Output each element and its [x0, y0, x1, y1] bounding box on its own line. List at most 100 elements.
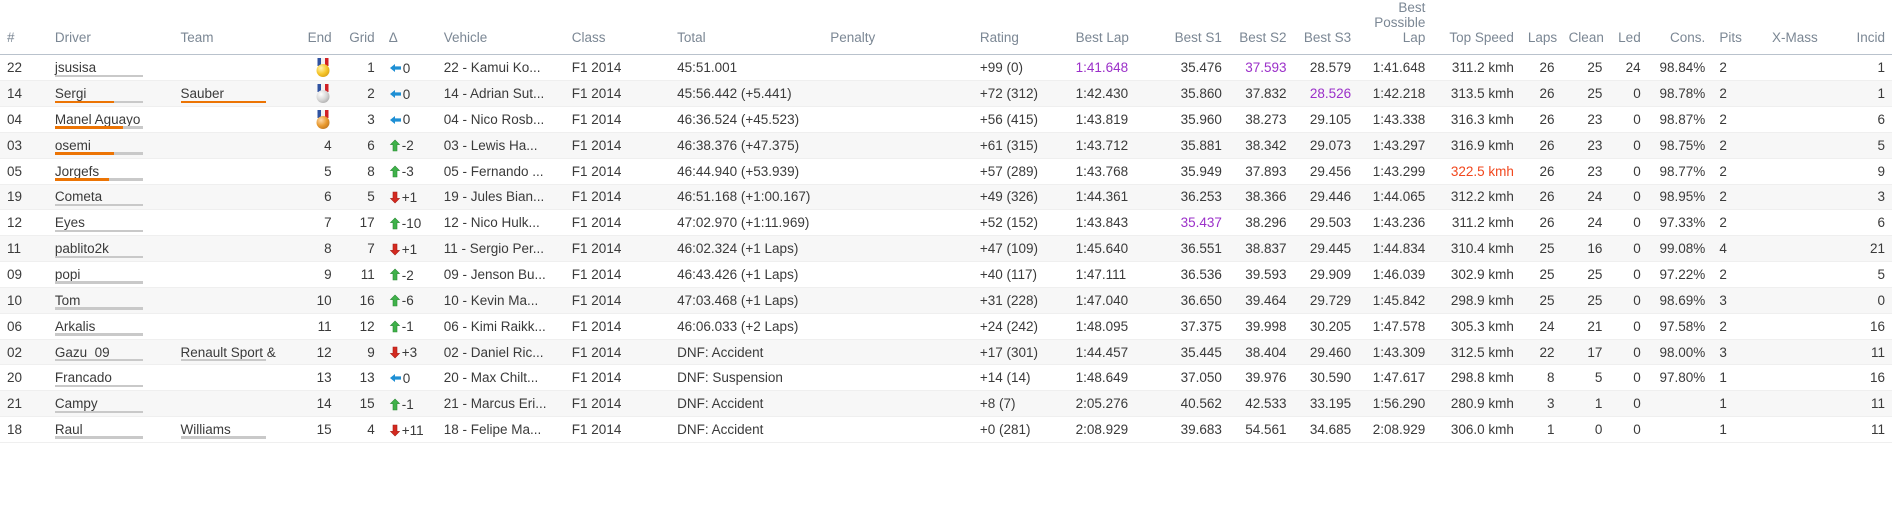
penalty-cell — [823, 417, 973, 443]
column-header-num[interactable]: # — [0, 0, 48, 56]
table-row[interactable]: 20 Francado 13 13 0 20 - Max Chilt... F1 2014 D… — [0, 365, 1892, 391]
column-header-team[interactable]: Team — [173, 0, 294, 56]
topspeed-cell: 311.2 kmh — [1432, 210, 1521, 236]
clean-cell: 0 — [1562, 417, 1610, 443]
bs2-cell: 39.593 — [1229, 262, 1294, 288]
driver-name[interactable]: pablito2k — [55, 241, 109, 256]
table-row[interactable]: 12 Eyes 7 17 -10 12 - Nico Hulk... F1 2014 47:0… — [0, 210, 1892, 236]
bestlap-value: 2:08.929 — [1075, 422, 1129, 438]
driver-name[interactable]: Manel Aguayo — [55, 112, 141, 127]
column-header-rating[interactable]: Rating — [972, 0, 1069, 56]
column-header-driver[interactable]: Driver — [47, 0, 174, 56]
column-header-xmass[interactable]: X-Mass — [1764, 0, 1837, 56]
table-row[interactable]: 03 osemi 4 6 -2 03 - Lewis Ha... F1 2014 46:38.… — [0, 132, 1892, 159]
driver-name[interactable]: Campy — [55, 396, 98, 411]
end-position-cell — [293, 55, 338, 81]
team-name[interactable]: Williams — [181, 422, 231, 437]
table-row[interactable]: 18 Raul Williams 15 4 +11 18 - Felipe Ma... F1 … — [0, 417, 1892, 443]
class-cell: F1 2014 — [565, 81, 670, 107]
team-name[interactable]: Renault Sport & — [181, 345, 276, 360]
bs1-value: 39.683 — [1180, 422, 1222, 438]
driver-name[interactable]: Tom — [55, 293, 81, 308]
delta-flat-arrow-icon — [389, 62, 402, 74]
pits-cell: 4 — [1712, 236, 1765, 262]
incid-cell: 0 — [1837, 287, 1892, 313]
end-position: 8 — [324, 241, 332, 257]
clean-value: 16 — [1587, 241, 1603, 257]
driver-name[interactable]: Eyes — [55, 215, 85, 230]
table-row[interactable]: 09 popi 9 11 -2 09 - Jenson Bu... F1 2014 46:43… — [0, 262, 1892, 288]
column-header-bpl[interactable]: Best Possible Lap — [1358, 0, 1433, 56]
column-header-led[interactable]: Led — [1609, 0, 1648, 56]
incid-cell: 11 — [1837, 391, 1892, 417]
end-position: 13 — [316, 370, 332, 386]
driver-name[interactable]: osemi — [55, 138, 91, 153]
table-row[interactable]: 14 Sergi Sauber 2 0 14 - Adrian Sut... F1 2014… — [0, 80, 1892, 107]
driver-progress-bar — [54, 281, 143, 284]
team-cell — [174, 391, 294, 417]
pits-cell: 3 — [1712, 339, 1765, 365]
delta-flat-arrow-icon — [389, 372, 402, 384]
topspeed-cell: 280.9 kmh — [1432, 391, 1521, 417]
table-row[interactable]: 02 Gazu_09 Renault Sport & 12 9 +3 02 - Daniel… — [0, 339, 1892, 365]
column-header-bs2[interactable]: Best S2 — [1228, 0, 1294, 56]
grid-value: 1 — [367, 60, 375, 76]
column-header-bs3[interactable]: Best S3 — [1293, 0, 1359, 56]
column-header-pits[interactable]: Pits — [1712, 0, 1765, 56]
column-header-clean[interactable]: Clean — [1561, 0, 1610, 56]
clean-value: 24 — [1587, 215, 1603, 231]
num-value: 04 — [7, 111, 23, 127]
team-name[interactable]: Sauber — [181, 86, 225, 101]
table-row[interactable]: 05 Jorgefs 5 8 -3 05 - Fernando ... F1 2014 46:… — [0, 158, 1892, 185]
vehicle-value: 11 - Sergio Per... — [443, 241, 545, 257]
driver-name[interactable]: jsusisa — [55, 60, 96, 75]
table-row[interactable]: 11 pablito2k 8 7 +1 11 - Sergio Per... F1 2014… — [0, 235, 1892, 262]
class-value: F1 2014 — [571, 422, 622, 438]
column-header-vehicle[interactable]: Vehicle — [436, 0, 565, 56]
num-cell: 12 — [0, 210, 48, 236]
table-row[interactable]: 10 Tom 10 16 -6 10 - Kevin Ma... F1 2014 47:03.… — [0, 287, 1892, 314]
table-row[interactable]: 06 Arkalis 11 12 -1 06 - Kimi Raikk... F1 2014… — [0, 313, 1892, 340]
delta-down-arrow-icon — [389, 191, 401, 204]
driver-name[interactable]: Francado — [55, 370, 112, 385]
column-header-end[interactable]: End — [293, 0, 339, 56]
clean-value: 25 — [1587, 267, 1603, 282]
team-cell — [174, 107, 294, 133]
bs2-cell: 54.561 — [1229, 417, 1294, 443]
pits-cell: 1 — [1712, 391, 1765, 417]
table-row[interactable]: 21 Campy 14 15 -1 21 - Marcus Eri... F1 2014 DN… — [0, 390, 1892, 417]
table-row[interactable]: 22 jsusisa 1 0 22 - Kamui Ko... F1 2014 45:51.… — [0, 55, 1892, 81]
column-header-penalty[interactable]: Penalty — [823, 0, 973, 56]
driver-name[interactable]: Sergi — [55, 86, 87, 101]
column-header-bestlap[interactable]: Best Lap — [1068, 0, 1162, 56]
driver-name[interactable]: popi — [55, 267, 81, 282]
driver-name[interactable]: Gazu_09 — [55, 345, 110, 360]
end-position-cell: 8 — [293, 236, 338, 262]
driver-name[interactable]: Jorgefs — [55, 164, 99, 179]
bs3-value: 30.590 — [1309, 370, 1352, 386]
column-header-incid[interactable]: Incid — [1836, 0, 1892, 56]
table-row[interactable]: 19 Cometa 6 5 +1 19 - Jules Bian... F1 2014 46:… — [0, 184, 1892, 210]
pits-cell: 1 — [1712, 417, 1765, 443]
column-header-cons[interactable]: Cons. — [1647, 0, 1713, 56]
num-value: 12 — [7, 215, 23, 231]
incid-cell: 3 — [1837, 184, 1892, 210]
driver-name[interactable]: Arkalis — [55, 319, 96, 334]
driver-name[interactable]: Cometa — [55, 189, 102, 204]
column-header-topspeed[interactable]: Top Speed — [1432, 0, 1521, 56]
column-header-grid[interactable]: Grid — [338, 0, 382, 56]
column-header-total[interactable]: Total — [670, 0, 824, 56]
bpl-cell: 1:41.648 — [1358, 55, 1432, 81]
delta-down-arrow-icon — [389, 243, 401, 256]
bs3-value: 29.729 — [1309, 292, 1352, 308]
vehicle-cell: 19 - Jules Bian... — [437, 184, 565, 210]
topspeed-value: 302.9 kmh — [1450, 267, 1514, 282]
column-header-class[interactable]: Class — [564, 0, 671, 56]
driver-progress-bar — [54, 436, 143, 439]
column-header-delta[interactable]: Δ — [381, 0, 437, 56]
delta-up-arrow-icon — [389, 165, 401, 178]
column-header-laps[interactable]: Laps — [1520, 0, 1562, 56]
driver-name[interactable]: Raul — [55, 422, 83, 437]
column-header-bs1[interactable]: Best S1 — [1161, 0, 1229, 56]
table-row[interactable]: 04 Manel Aguayo 3 0 04 - Nico Rosb... F1 2014… — [0, 107, 1892, 133]
